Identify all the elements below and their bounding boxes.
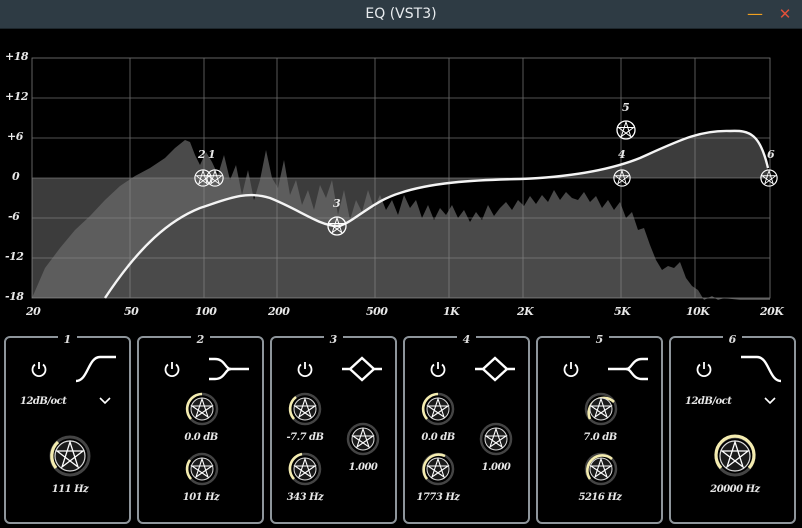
- band-number: 4: [456, 333, 477, 346]
- y-label: -6: [8, 210, 20, 223]
- window-title: EQ (VST3): [365, 6, 437, 22]
- band-panel-5: 5 7.0 dB 5216 Hz: [536, 333, 663, 524]
- node-label-2: 2: [198, 148, 206, 161]
- low-shelf-icon[interactable]: [207, 354, 251, 384]
- frequency-value: 20000 Hz: [710, 484, 760, 495]
- power-icon[interactable]: [30, 360, 48, 378]
- x-label: 100: [195, 305, 217, 318]
- node-label-6: 6: [767, 148, 775, 161]
- power-icon[interactable]: [163, 360, 181, 378]
- bell-icon[interactable]: [473, 354, 517, 384]
- band-number: 5: [589, 333, 610, 346]
- x-label: 5K: [614, 305, 631, 318]
- x-label: 200: [268, 305, 290, 318]
- x-label: 20: [26, 305, 41, 318]
- power-icon[interactable]: [695, 360, 713, 378]
- eq-graph-canvas[interactable]: [0, 30, 802, 326]
- node-label-5: 5: [622, 101, 630, 114]
- power-icon[interactable]: [429, 360, 447, 378]
- gain-value: 0.0 dB: [421, 432, 455, 443]
- gain-knob[interactable]: [421, 392, 455, 426]
- band-number: 2: [190, 333, 211, 346]
- q-value: 1.000: [481, 462, 511, 473]
- gain-value: 0.0 dB: [184, 432, 218, 443]
- eq-graph[interactable]: 2 1 3 4 5 6 +18 +12 +6 0 -6 -12 -18 20 5…: [0, 30, 802, 326]
- frequency-value: 1773 Hz: [416, 492, 460, 503]
- frequency-value: 5216 Hz: [578, 492, 622, 503]
- y-label: +12: [5, 90, 29, 103]
- slope-value[interactable]: 12dB/oct: [20, 396, 67, 407]
- band-number: 1: [57, 333, 78, 346]
- node-label-4: 4: [618, 148, 626, 161]
- band-panel-2: 2 0.0 dB 101 Hz: [137, 333, 264, 524]
- band-number: 6: [722, 333, 743, 346]
- gain-knob[interactable]: [185, 392, 219, 426]
- gain-value: -7.7 dB: [286, 432, 324, 443]
- frequency-knob[interactable]: [713, 434, 757, 478]
- frequency-value: 111 Hz: [51, 484, 89, 495]
- frequency-knob[interactable]: [288, 452, 322, 486]
- gain-knob[interactable]: [288, 392, 322, 426]
- power-icon[interactable]: [562, 360, 580, 378]
- chevron-down-icon[interactable]: [98, 396, 112, 406]
- x-label: 1K: [443, 305, 460, 318]
- y-label: -12: [5, 250, 24, 263]
- gain-value: 7.0 dB: [583, 432, 617, 443]
- q-knob[interactable]: [479, 422, 513, 456]
- slope-value[interactable]: 12dB/oct: [685, 396, 732, 407]
- bell-icon[interactable]: [340, 354, 384, 384]
- band-panel-3: 3 -7.7 dB 1.000 343 Hz: [270, 333, 397, 524]
- band-panel-4: 4 0.0 dB 1.000 1773 Hz: [403, 333, 530, 524]
- y-label: +18: [5, 50, 29, 63]
- frequency-value: 101 Hz: [182, 492, 220, 503]
- y-label: -18: [5, 290, 24, 303]
- frequency-knob[interactable]: [48, 434, 92, 478]
- frequency-value: 343 Hz: [286, 492, 324, 503]
- x-label: 50: [124, 305, 139, 318]
- band-number: 3: [323, 333, 344, 346]
- low-pass-icon[interactable]: [739, 354, 783, 384]
- power-icon[interactable]: [296, 360, 314, 378]
- y-label: +6: [7, 130, 23, 143]
- close-button[interactable]: ✕: [775, 4, 795, 24]
- x-label: 20K: [760, 305, 784, 318]
- node-label-3: 3: [333, 197, 341, 210]
- frequency-knob[interactable]: [421, 452, 455, 486]
- y-label: 0: [12, 170, 20, 183]
- band-panel-1: 1 12dB/oct 111 Hz: [4, 333, 131, 524]
- high-shelf-icon[interactable]: [606, 354, 650, 384]
- x-label: 2K: [517, 305, 534, 318]
- x-label: 500: [366, 305, 388, 318]
- x-label: 10K: [686, 305, 710, 318]
- band-node-5[interactable]: [616, 120, 636, 140]
- chevron-down-icon[interactable]: [763, 396, 777, 406]
- q-knob[interactable]: [346, 422, 380, 456]
- frequency-knob[interactable]: [584, 452, 618, 486]
- frequency-knob[interactable]: [185, 452, 219, 486]
- title-bar: EQ (VST3) — ✕: [0, 0, 802, 29]
- gain-knob[interactable]: [584, 392, 618, 426]
- node-label-1: 1: [208, 148, 216, 161]
- band-panel-6: 6 12dB/oct 20000 Hz: [669, 333, 796, 524]
- minimize-button[interactable]: —: [745, 4, 765, 24]
- q-value: 1.000: [348, 462, 378, 473]
- high-pass-icon[interactable]: [74, 354, 118, 384]
